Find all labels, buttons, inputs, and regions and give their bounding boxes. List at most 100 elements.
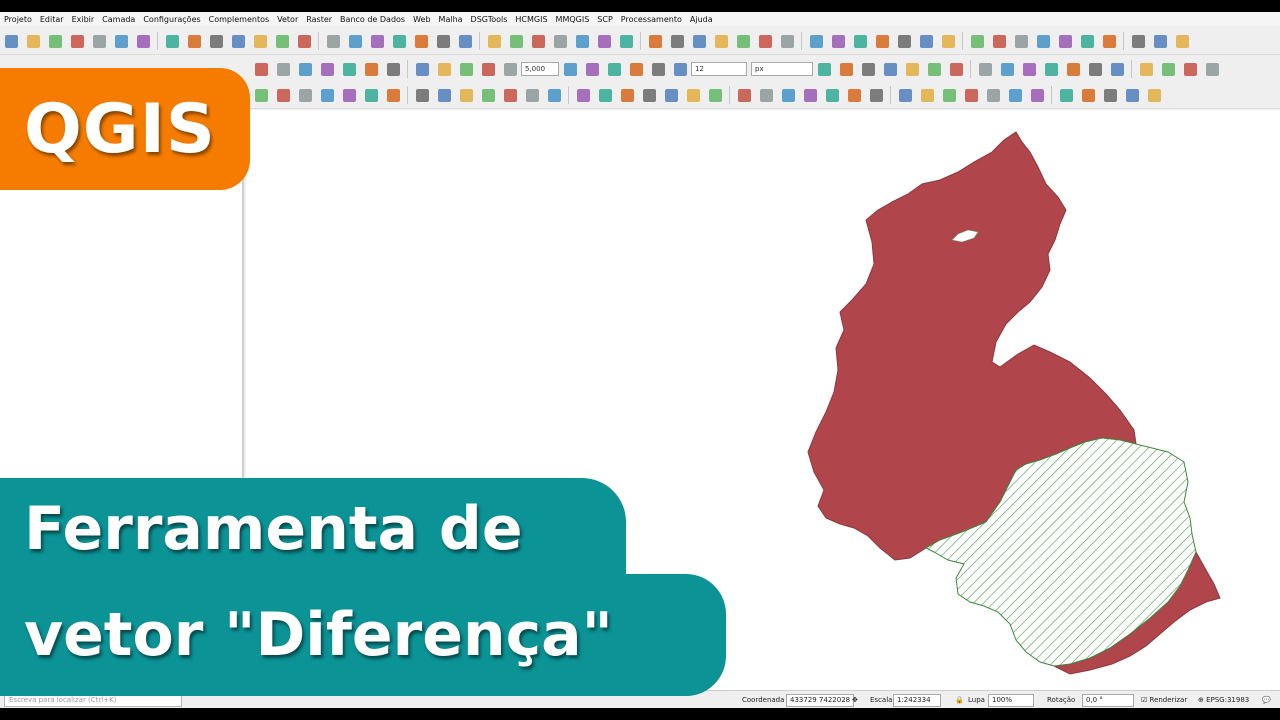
tool-icon[interactable] (596, 86, 614, 104)
tool-icon[interactable] (646, 32, 664, 50)
tool-icon[interactable] (457, 60, 475, 78)
tool-icon[interactable] (1159, 60, 1177, 78)
tool-icon[interactable] (207, 32, 225, 50)
tool-icon[interactable] (340, 60, 358, 78)
tool-icon[interactable] (947, 60, 965, 78)
tool-icon[interactable] (435, 60, 453, 78)
tool-icon[interactable] (1064, 60, 1082, 78)
tool-icon[interactable] (939, 32, 957, 50)
tool-icon[interactable] (895, 32, 913, 50)
tool-icon[interactable] (976, 60, 994, 78)
tool-icon[interactable] (984, 86, 1002, 104)
tool-icon[interactable] (801, 86, 819, 104)
tool-icon[interactable] (881, 60, 899, 78)
menu-item-1[interactable]: Editar (36, 15, 68, 24)
tool-icon[interactable] (112, 32, 130, 50)
tool-icon[interactable] (412, 32, 430, 50)
crs-button[interactable]: ⊕ EPSG:31983 (1198, 694, 1249, 706)
tool-icon[interactable] (1034, 32, 1052, 50)
scale-combobox[interactable]: 1:242334 (893, 693, 941, 707)
lock-icon[interactable]: 🔒 (955, 694, 964, 706)
tool-icon[interactable] (1012, 32, 1030, 50)
tool-icon[interactable] (1181, 60, 1199, 78)
tool-icon[interactable] (368, 32, 386, 50)
tool-icon[interactable] (1129, 32, 1147, 50)
tool-icon[interactable] (362, 60, 380, 78)
tool-icon[interactable] (845, 86, 863, 104)
tool-icon[interactable] (551, 32, 569, 50)
tool-icon[interactable] (1078, 32, 1096, 50)
tool-icon[interactable] (362, 86, 380, 104)
tool-icon[interactable] (346, 32, 364, 50)
tool-icon[interactable] (903, 60, 921, 78)
tool-icon[interactable] (1151, 32, 1169, 50)
tool-icon[interactable] (296, 60, 314, 78)
tool-icon[interactable] (457, 86, 475, 104)
tool-icon[interactable] (340, 86, 358, 104)
tool-icon[interactable] (823, 86, 841, 104)
tool-icon[interactable] (296, 86, 314, 104)
tool-icon[interactable] (684, 86, 702, 104)
tool-icon[interactable] (324, 32, 342, 50)
tool-icon[interactable] (24, 32, 42, 50)
tool-icon[interactable] (735, 86, 753, 104)
tool-icon[interactable] (561, 60, 579, 78)
tool-icon[interactable] (706, 86, 724, 104)
menu-item-0[interactable]: Projeto (0, 15, 36, 24)
tool-icon[interactable] (251, 32, 269, 50)
tool-icon[interactable] (479, 86, 497, 104)
tool-icon[interactable] (384, 86, 402, 104)
tool-icon[interactable] (815, 60, 833, 78)
menu-item-16[interactable]: Ajuda (686, 15, 717, 24)
menu-item-9[interactable]: Web (409, 15, 434, 24)
tool-icon[interactable] (867, 86, 885, 104)
tool-icon[interactable] (574, 86, 592, 104)
tool-icon[interactable] (318, 86, 336, 104)
tool-icon[interactable] (1101, 86, 1119, 104)
tool-icon[interactable] (962, 86, 980, 104)
menu-item-12[interactable]: HCMGIS (511, 15, 551, 24)
tool-icon[interactable] (529, 32, 547, 50)
tool-icon[interactable] (90, 32, 108, 50)
tool-icon[interactable] (1137, 60, 1155, 78)
tool-icon[interactable] (990, 32, 1008, 50)
menu-item-8[interactable]: Banco de Dados (336, 15, 409, 24)
tool-icon[interactable] (435, 86, 453, 104)
tool-icon[interactable] (163, 32, 181, 50)
menu-item-6[interactable]: Vetor (273, 15, 302, 24)
tool-icon[interactable] (779, 86, 797, 104)
tool-icon[interactable] (1086, 60, 1104, 78)
tool-icon[interactable] (917, 32, 935, 50)
menu-item-14[interactable]: SCP (593, 15, 617, 24)
tool-icon[interactable] (2, 32, 20, 50)
tool-icon[interactable] (1056, 32, 1074, 50)
tool-icon[interactable] (998, 60, 1016, 78)
tool-icon[interactable] (1100, 32, 1118, 50)
menu-item-11[interactable]: DSGTools (467, 15, 512, 24)
crs-toggle-icon[interactable]: ✥ (852, 694, 858, 706)
tool-icon[interactable] (617, 32, 635, 50)
tool-icon[interactable] (413, 86, 431, 104)
unit-select[interactable]: px (751, 62, 813, 76)
tool-icon[interactable] (545, 86, 563, 104)
menu-item-5[interactable]: Complementos (205, 15, 273, 24)
tool-icon[interactable] (605, 60, 623, 78)
menu-item-13[interactable]: MMQGIS (552, 15, 594, 24)
tool-icon[interactable] (523, 86, 541, 104)
menu-item-4[interactable]: Configurações (139, 15, 204, 24)
tool-icon[interactable] (185, 32, 203, 50)
tool-icon[interactable] (434, 32, 452, 50)
tool-icon[interactable] (252, 60, 270, 78)
menu-item-15[interactable]: Processamento (617, 15, 686, 24)
tool-icon[interactable] (968, 32, 986, 50)
tool-icon[interactable] (778, 32, 796, 50)
tool-icon[interactable] (501, 60, 519, 78)
tool-icon[interactable] (485, 32, 503, 50)
tool-icon[interactable] (295, 32, 313, 50)
tool-icon[interactable] (918, 86, 936, 104)
tool-icon[interactable] (859, 60, 877, 78)
menu-item-2[interactable]: Exibir (68, 15, 99, 24)
tool-icon[interactable] (318, 60, 336, 78)
tool-icon[interactable] (1079, 86, 1097, 104)
tool-icon[interactable] (68, 32, 86, 50)
